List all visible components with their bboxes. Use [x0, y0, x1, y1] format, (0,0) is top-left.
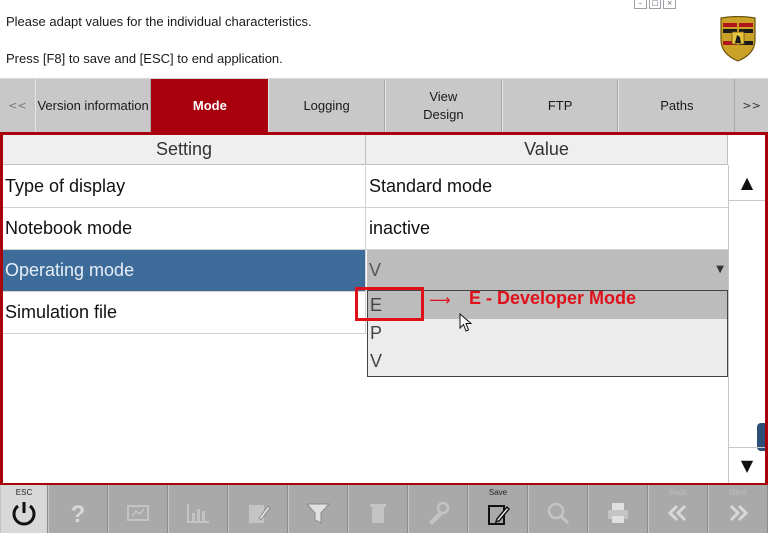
svg-text:?: ?	[71, 501, 86, 528]
tools-button[interactable]	[408, 485, 468, 533]
key-hint-text: Press [F8] to save and [ESC] to end appl…	[6, 51, 283, 66]
button-label: Next	[729, 488, 747, 497]
content-frame: Setting Value Type of display Standard m…	[0, 132, 768, 485]
vertical-scrollbar[interactable]: ▲ ▼	[728, 165, 765, 483]
tabs-next-button[interactable]: >>	[735, 79, 768, 132]
scroll-down-icon[interactable]: ▼	[729, 447, 765, 483]
dropdown-arrow-icon[interactable]: ▼	[716, 264, 724, 275]
button-label: Save	[488, 488, 508, 497]
next-icon	[729, 504, 749, 522]
column-header-value: Value	[366, 135, 728, 165]
bottom-toolbar: ESC ? Save Back Next	[0, 485, 768, 533]
print-button[interactable]	[588, 485, 648, 533]
trash-icon	[370, 504, 386, 523]
value-cell[interactable]: Standard mode	[367, 166, 728, 207]
save-icon	[488, 505, 511, 525]
annotation-highlight-box	[355, 287, 424, 321]
chart-button[interactable]	[168, 485, 228, 533]
edit-note-button[interactable]	[228, 485, 288, 533]
button-label: ESC	[15, 488, 33, 497]
setting-cell: Simulation file	[3, 292, 366, 333]
screen-icon	[127, 505, 149, 521]
button-label: Back	[669, 488, 687, 497]
tools-icon	[429, 501, 450, 525]
table-row-selected[interactable]: Operating mode V ▼	[3, 250, 728, 292]
table-row[interactable]: Type of display Standard mode	[3, 166, 728, 208]
tab-logging[interactable]: Logging	[268, 79, 385, 132]
help-icon: ?	[71, 501, 86, 528]
print-icon	[608, 503, 628, 523]
setting-cell: Notebook mode	[3, 208, 366, 249]
window-controls[interactable]: – □ ×	[634, 0, 677, 9]
back-button[interactable]: Back	[648, 485, 708, 533]
tabs-prev-button[interactable]: <<	[0, 79, 35, 132]
select-current-value: V	[369, 260, 382, 280]
table-row[interactable]: Notebook mode inactive	[3, 208, 728, 250]
header: Please adapt values for the individual c…	[0, 0, 768, 78]
filter-icon	[305, 503, 331, 524]
power-icon	[12, 502, 36, 526]
close-icon[interactable]: ×	[663, 0, 677, 9]
tab-paths[interactable]: Paths	[618, 79, 736, 132]
trash-button[interactable]	[348, 485, 408, 533]
operating-mode-select[interactable]: V ▼	[367, 250, 728, 291]
help-button[interactable]: ?	[48, 485, 108, 533]
search-button[interactable]	[528, 485, 588, 533]
filter-button[interactable]	[288, 485, 348, 533]
tab-bar: << Version information Mode Logging View…	[0, 78, 768, 132]
mouse-cursor-icon	[459, 313, 473, 332]
instruction-text: Please adapt values for the individual c…	[6, 14, 312, 29]
edit-note-icon	[249, 505, 271, 523]
setting-cell: Type of display	[3, 166, 366, 207]
next-button[interactable]: Next	[708, 485, 768, 533]
tab-version-information[interactable]: Version information	[34, 79, 152, 132]
scroll-up-icon[interactable]: ▲	[729, 165, 765, 201]
porsche-crest-logo	[720, 16, 756, 62]
column-header-setting: Setting	[3, 135, 366, 165]
screen-button[interactable]	[108, 485, 168, 533]
back-icon	[667, 504, 687, 522]
dropdown-option-v[interactable]: V	[368, 347, 727, 375]
search-icon	[547, 502, 570, 525]
save-button[interactable]: Save	[468, 485, 528, 533]
maximize-icon[interactable]: □	[648, 0, 662, 9]
chart-icon	[187, 504, 209, 523]
dropdown-option-p[interactable]: P	[368, 319, 727, 347]
esc-button[interactable]: ESC	[0, 485, 48, 533]
annotation-label: E - Developer Mode	[469, 288, 637, 308]
minimize-icon[interactable]: –	[634, 0, 647, 9]
setting-cell: Operating mode	[3, 250, 366, 291]
tab-mode[interactable]: Mode	[151, 79, 269, 132]
tab-ftp[interactable]: FTP	[501, 79, 619, 132]
settings-table: Setting Value Type of display Standard m…	[3, 135, 765, 483]
tab-view-design[interactable]: View Design	[384, 79, 502, 132]
value-cell[interactable]: inactive	[367, 208, 728, 249]
annotation-arrow-icon: ⟶	[429, 291, 451, 309]
